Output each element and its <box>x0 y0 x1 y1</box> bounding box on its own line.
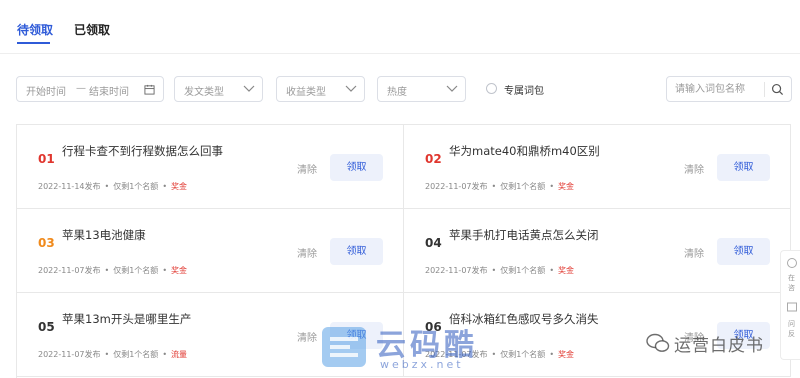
calendar-icon <box>144 84 155 95</box>
reward-tag: 流量 <box>171 350 188 359</box>
remaining-slots: 仅剩1个名额 <box>500 350 546 359</box>
rank-number: 05 <box>38 320 55 334</box>
feedback-icon[interactable] <box>786 301 798 313</box>
publish-date: 2022-11-07发布 <box>425 266 488 275</box>
revenue-type-value: 收益类型 <box>286 87 326 98</box>
reward-tag: 奖金 <box>558 350 575 359</box>
reward-tag: 奖金 <box>558 182 575 191</box>
keyword-title: 行程卡查不到行程数据怎么回事 <box>62 144 223 158</box>
keyword-title: 苹果13电池健康 <box>62 228 146 242</box>
keyword-title: 苹果手机打电话黄点怎么关闭 <box>449 228 599 242</box>
rank-number: 04 <box>425 236 442 250</box>
list-item: 04 苹果手机打电话黄点怎么关闭 2022-11-07发布 • 仅剩1个名额 • 奖金 … <box>404 209 791 293</box>
search-box[interactable] <box>666 76 792 102</box>
publish-date: 2022-11-14发布 <box>38 182 101 191</box>
remaining-slots: 仅剩1个名额 <box>113 266 159 275</box>
claim-button[interactable]: 领取 <box>717 154 770 181</box>
clear-button[interactable]: 清除 <box>684 161 704 176</box>
chevron-down-icon <box>446 85 458 92</box>
keyword-title: 苹果13m开头是哪里生产 <box>62 312 192 326</box>
post-type-select[interactable]: 发文类型 <box>174 76 263 102</box>
exclusive-checkbox[interactable] <box>486 83 497 94</box>
search-input[interactable] <box>675 82 763 96</box>
clear-button[interactable]: 清除 <box>297 245 317 260</box>
reward-tag: 奖金 <box>171 182 188 191</box>
claim-button[interactable]: 领取 <box>717 238 770 265</box>
keyword-title: 华为mate40和鼎桥m40区别 <box>449 144 600 158</box>
side-text-1: 在 <box>788 274 795 282</box>
item-meta: 2022-11-07发布 • 仅剩1个名额 • 流量 <box>38 350 188 359</box>
search-icon[interactable] <box>771 83 784 96</box>
rank-number: 02 <box>425 152 442 166</box>
heat-select[interactable]: 热度 <box>377 76 466 102</box>
remaining-slots: 仅剩1个名额 <box>500 266 546 275</box>
site-logo-icon <box>322 327 366 367</box>
account-name: 运营白皮书 <box>674 336 764 356</box>
reward-tag: 奖金 <box>171 266 188 275</box>
tab-claimed[interactable]: 已领取 <box>74 21 110 38</box>
publish-date: 2022-11-07发布 <box>38 266 101 275</box>
item-meta: 2022-11-07发布 • 仅剩1个名额 • 奖金 <box>425 182 575 191</box>
exclusive-label: 专属词包 <box>504 86 544 97</box>
side-text-2: 咨 <box>788 284 795 292</box>
active-tab-indicator <box>17 42 50 44</box>
publish-date: 2022-11-07发布 <box>38 350 101 359</box>
chevron-down-icon <box>243 85 255 92</box>
search-divider <box>764 82 765 97</box>
chat-icon[interactable] <box>786 257 798 269</box>
date-start-input[interactable]: 开始时间 <box>26 83 66 98</box>
clear-button[interactable]: 清除 <box>297 329 317 344</box>
list-item: 03 苹果13电池健康 2022-11-07发布 • 仅剩1个名额 • 奖金 清除 领取 <box>17 209 404 293</box>
rank-number: 03 <box>38 236 55 250</box>
list-item: 01 行程卡查不到行程数据怎么回事 2022-11-14发布 • 仅剩1个名额 • 奖金… <box>17 125 404 209</box>
tab-pending[interactable]: 待领取 <box>17 21 53 38</box>
date-separator: — <box>76 83 86 94</box>
remaining-slots: 仅剩1个名额 <box>113 350 159 359</box>
site-watermark: 云码酷 webzx.net <box>320 320 490 378</box>
date-end-input[interactable]: 结束时间 <box>89 83 129 98</box>
chevron-down-icon <box>345 85 357 92</box>
clear-button[interactable]: 清除 <box>684 245 704 260</box>
publish-date: 2022-11-07发布 <box>425 182 488 191</box>
item-meta: 2022-11-07发布 • 仅剩1个名额 • 奖金 <box>425 266 575 275</box>
item-meta: 2022-11-07发布 • 仅剩1个名额 • 奖金 <box>38 266 188 275</box>
heat-value: 热度 <box>387 87 407 98</box>
date-range-picker[interactable]: 开始时间 — 结束时间 <box>16 76 164 102</box>
wechat-icon <box>646 333 670 352</box>
claim-button[interactable]: 领取 <box>330 154 383 181</box>
account-watermark: 运营白皮书 <box>646 330 796 360</box>
reward-tag: 奖金 <box>558 266 575 275</box>
tab-bar: 待领取 已领取 <box>0 0 800 54</box>
site-url: webzx.net <box>380 358 464 371</box>
revenue-type-select[interactable]: 收益类型 <box>276 76 365 102</box>
post-type-value: 发文类型 <box>184 87 224 98</box>
remaining-slots: 仅剩1个名额 <box>500 182 546 191</box>
remaining-slots: 仅剩1个名额 <box>113 182 159 191</box>
list-item: 02 华为mate40和鼎桥m40区别 2022-11-07发布 • 仅剩1个名额 •… <box>404 125 791 209</box>
rank-number: 01 <box>38 152 55 166</box>
clear-button[interactable]: 清除 <box>297 161 317 176</box>
side-text-3: 问 <box>788 320 795 328</box>
item-meta: 2022-11-14发布 • 仅剩1个名额 • 奖金 <box>38 182 188 191</box>
claim-button[interactable]: 领取 <box>330 238 383 265</box>
